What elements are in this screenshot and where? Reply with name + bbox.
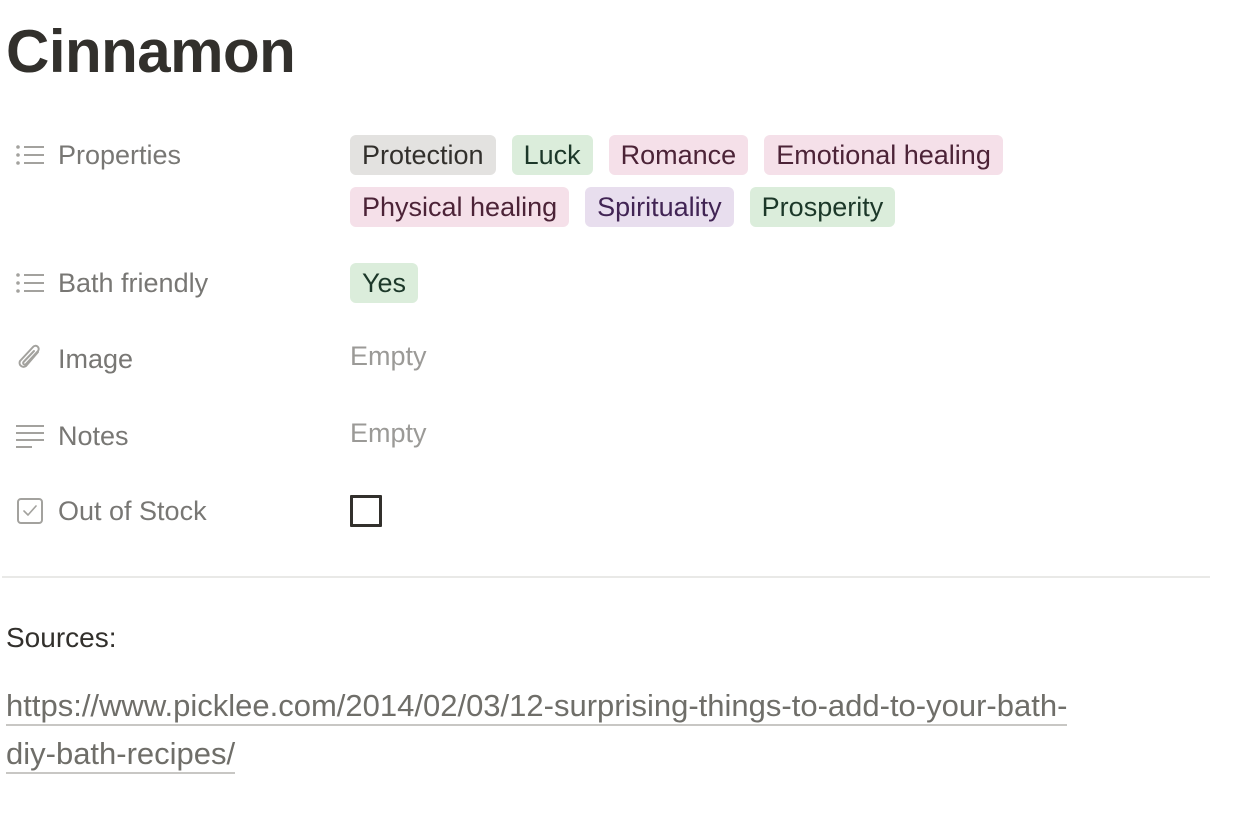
notion-page: Cinnamon Properties Protection Luck Romanc…: [0, 0, 1238, 830]
property-value-files[interactable]: Empty: [350, 339, 1210, 379]
property-label[interactable]: Properties: [0, 135, 350, 175]
property-label[interactable]: Image: [0, 339, 350, 379]
tag-physical-healing[interactable]: Physical healing: [350, 187, 570, 227]
property-name: Image: [58, 343, 134, 374]
source-link-line[interactable]: diy-bath-recipes/: [6, 736, 236, 774]
source-link[interactable]: https://www.picklee.com/2014/02/03/12-su…: [6, 682, 1206, 778]
property-value-select[interactable]: Yes: [350, 263, 1210, 303]
sources-heading: Sources:: [6, 622, 117, 653]
property-name: Bath friendly: [58, 267, 209, 298]
multi-select-list-icon: [14, 139, 46, 171]
property-row-notes: Notes Empty: [0, 416, 1210, 456]
property-name: Properties: [58, 139, 182, 170]
text-lines-icon: [14, 420, 46, 452]
property-row-image: Image Empty: [0, 339, 1210, 379]
tag-prosperity[interactable]: Prosperity: [749, 187, 896, 227]
tag-spirituality[interactable]: Spirituality: [585, 187, 734, 227]
paperclip-icon: [14, 343, 46, 375]
multi-select-list-icon: [14, 267, 46, 299]
property-value-checkbox: [350, 491, 1210, 531]
property-label[interactable]: Notes: [0, 416, 350, 456]
property-row-properties: Properties Protection Luck Romance Emotiona…: [0, 135, 1210, 227]
empty-placeholder[interactable]: Empty: [350, 339, 427, 379]
page-title[interactable]: Cinnamon: [6, 14, 296, 90]
tag-luck[interactable]: Luck: [511, 135, 593, 175]
out-of-stock-checkbox[interactable]: [350, 495, 382, 527]
property-value-text[interactable]: Empty: [350, 416, 1210, 456]
empty-placeholder[interactable]: Empty: [350, 416, 427, 456]
checkbox-icon: [14, 495, 46, 527]
tag-protection[interactable]: Protection: [350, 135, 496, 175]
property-label[interactable]: Bath friendly: [0, 263, 350, 303]
property-label[interactable]: Out of Stock: [0, 491, 350, 531]
property-row-bath-friendly: Bath friendly Yes: [0, 263, 1210, 303]
property-name: Out of Stock: [58, 495, 207, 526]
property-row-out-of-stock: Out of Stock: [0, 491, 1210, 531]
tag-yes[interactable]: Yes: [350, 263, 419, 303]
property-value-multi-select[interactable]: Protection Luck Romance Emotional healing Ph…: [350, 135, 1210, 227]
divider: [2, 576, 1210, 578]
tag-emotional-healing[interactable]: Emotional healing: [764, 135, 1003, 175]
property-name: Notes: [58, 420, 129, 451]
tag-romance[interactable]: Romance: [608, 135, 749, 175]
source-link-line[interactable]: https://www.picklee.com/2014/02/03/12-su…: [6, 688, 1068, 726]
